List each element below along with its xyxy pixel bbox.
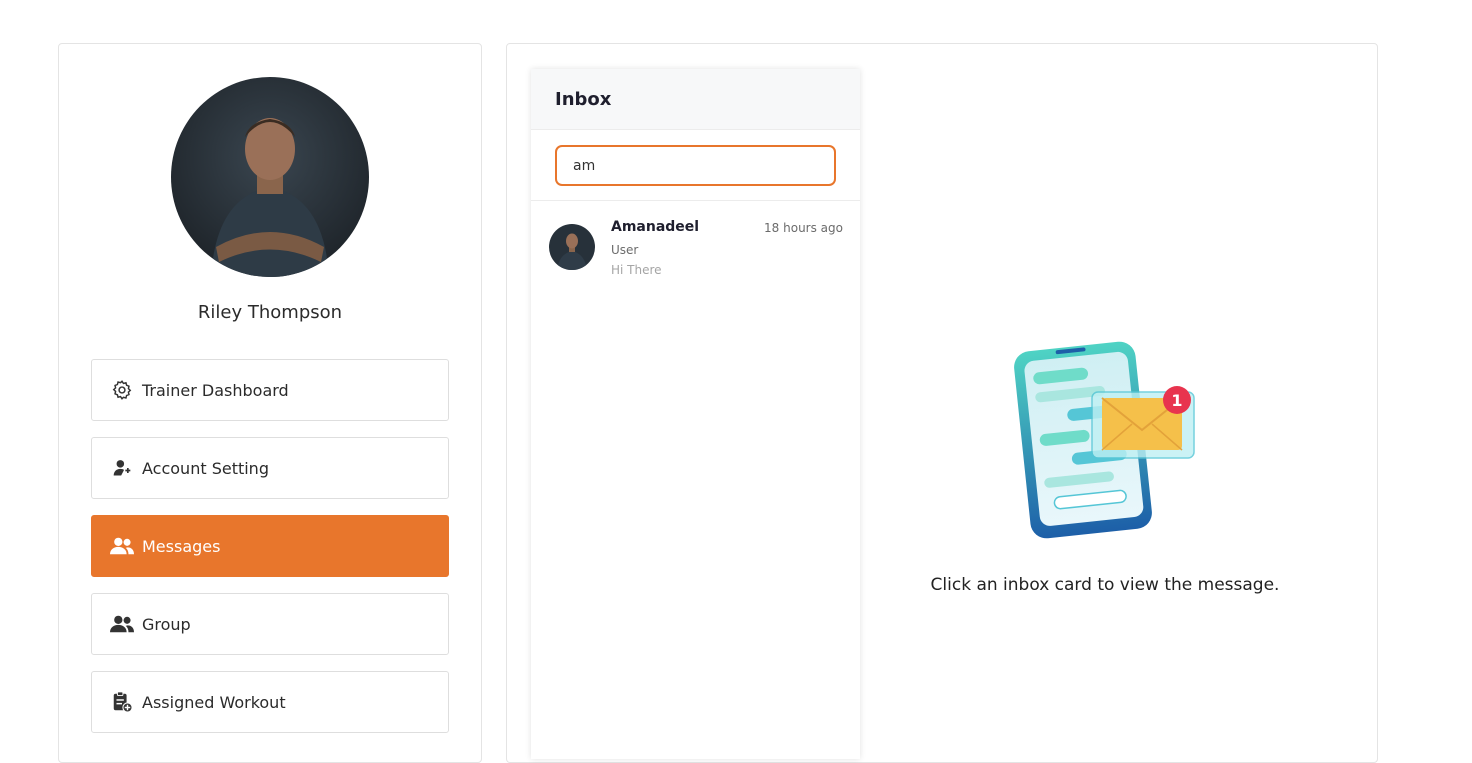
- menu-assigned-workout[interactable]: Assigned Workout: [91, 671, 449, 733]
- notification-badge-count: 1: [1171, 391, 1182, 410]
- search-container: [531, 130, 860, 201]
- inbox-panel: Inbox Amanadeel 18 hours ago User Hi The…: [531, 69, 860, 759]
- avatar: [549, 224, 595, 270]
- contact-name: Amanadeel: [611, 219, 700, 235]
- message-time: 18 hours ago: [764, 221, 843, 235]
- contact-role: User: [611, 243, 639, 257]
- menu-label: Account Setting: [142, 458, 269, 478]
- users-icon: [110, 534, 134, 558]
- menu-label: Group: [142, 614, 191, 634]
- menu-account-setting[interactable]: Account Setting: [91, 437, 449, 499]
- message-preview: Hi There: [611, 263, 662, 277]
- gear-icon: [110, 378, 134, 402]
- profile-name: Riley Thompson: [197, 302, 343, 323]
- menu-label: Messages: [142, 536, 221, 556]
- inbox-card[interactable]: Amanadeel 18 hours ago User Hi There: [531, 216, 860, 286]
- user-edit-icon: [110, 456, 134, 480]
- inbox-title: Inbox: [555, 88, 612, 110]
- menu-trainer-dashboard[interactable]: Trainer Dashboard: [91, 359, 449, 421]
- empty-state-text: Click an inbox card to view the message.: [930, 575, 1280, 595]
- clipboard-add-icon: [110, 690, 134, 714]
- menu-group[interactable]: Group: [91, 593, 449, 655]
- message-illustration: 1: [1010, 340, 1200, 540]
- menu-messages[interactable]: Messages: [91, 515, 449, 577]
- users-icon: [110, 612, 134, 636]
- inbox-header: Inbox: [531, 69, 860, 130]
- search-input[interactable]: [555, 145, 836, 186]
- profile-avatar: [171, 77, 369, 277]
- profile-card: Riley Thompson Trainer Dashboard Account…: [58, 43, 482, 763]
- menu-label: Trainer Dashboard: [142, 380, 289, 400]
- menu-label: Assigned Workout: [142, 692, 286, 712]
